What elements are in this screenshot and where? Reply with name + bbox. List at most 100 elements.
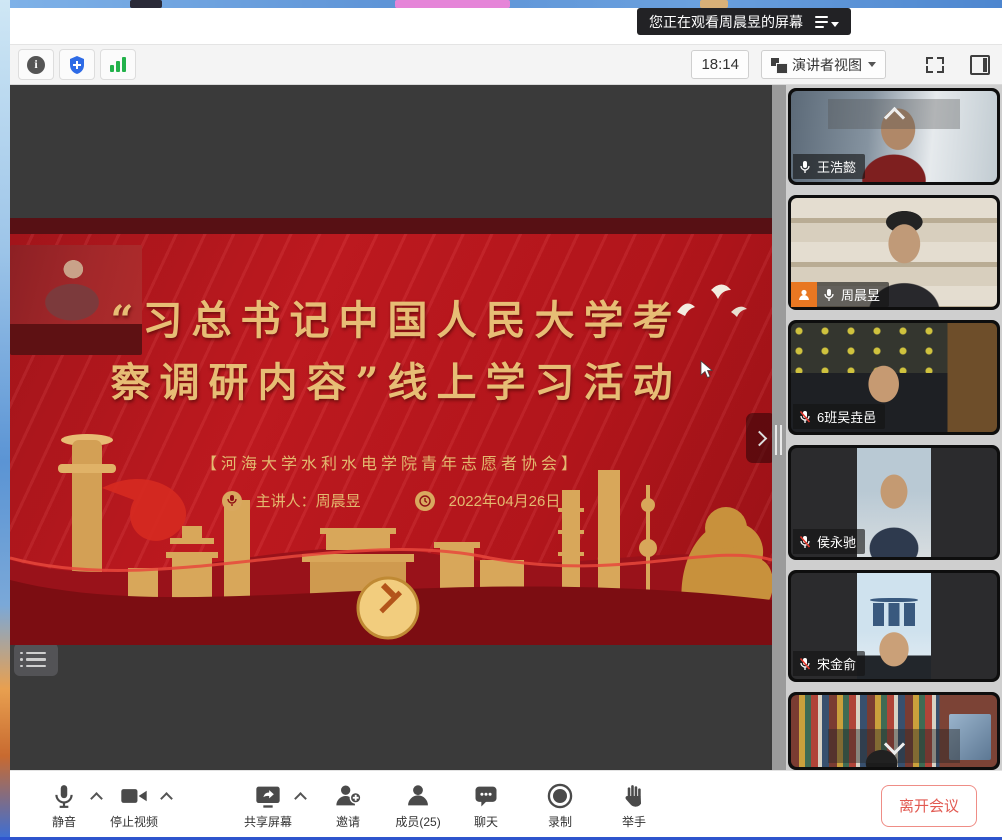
members-button[interactable]: 成员(25): [394, 782, 442, 830]
participant-label: 6班吴垚邑: [793, 404, 885, 429]
desktop-background-strip: [0, 0, 1002, 8]
participant-tile[interactable]: 王浩懿: [788, 88, 1000, 185]
slide-title-line2: 察调研内容”线上学习活动: [40, 352, 752, 414]
video-scene-detail: [873, 603, 914, 626]
clock-badge-icon: [415, 491, 435, 511]
participant-name: 6班吴垚邑: [817, 407, 876, 426]
fullscreen-button[interactable]: [926, 57, 944, 73]
meeting-info-button[interactable]: i: [18, 49, 54, 80]
security-button[interactable]: [59, 49, 95, 80]
meeting-toolbar: i 18:14 演讲者视图: [10, 44, 1002, 85]
chevron-down-icon: [883, 733, 904, 754]
members-icon: [404, 782, 432, 810]
drag-handle[interactable]: [775, 425, 777, 455]
watching-screen-text: 您正在观看周晨昱的屏幕: [649, 12, 803, 32]
chevron-up-icon: [883, 106, 904, 127]
participant-video: [791, 695, 997, 767]
participant-tile[interactable]: 周晨昱: [788, 195, 1000, 310]
chat-icon: [472, 782, 500, 810]
camera-icon: [119, 782, 149, 810]
participant-label: 宋金俞: [793, 651, 865, 676]
mute-label: 静音: [52, 813, 76, 830]
participant-tile[interactable]: 侯永驰: [788, 445, 1000, 560]
scroll-down-button[interactable]: [828, 729, 960, 763]
mic-on-icon: [799, 160, 811, 174]
raise-hand-label: 举手: [622, 813, 646, 830]
participant-name: 侯永驰: [817, 532, 856, 551]
invite-label: 邀请: [336, 813, 360, 830]
chat-button[interactable]: 聊天: [462, 782, 510, 830]
mouse-cursor: [700, 360, 714, 380]
record-label: 录制: [548, 813, 572, 830]
participant-label: 侯永驰: [793, 529, 865, 554]
banner-menu-button[interactable]: [815, 16, 839, 28]
mute-options-chevron[interactable]: [90, 790, 104, 804]
meeting-app-window: 您正在观看周晨昱的屏幕 i 18: [0, 0, 1002, 840]
share-screen-label: 共享屏幕: [244, 813, 292, 830]
mic-badge-icon: [222, 491, 242, 511]
mic-on-icon: [823, 288, 835, 302]
speaker-view-icon: [771, 58, 786, 72]
record-icon: [546, 782, 574, 810]
members-label: 成员(25): [395, 813, 440, 830]
share-options-chevron[interactable]: [294, 790, 308, 804]
meeting-controls-bar: 静音 停止视频 共享屏幕: [10, 770, 1002, 840]
list-icon: [26, 652, 46, 668]
desktop-background-strip: [0, 0, 10, 840]
microphone-icon: [51, 782, 77, 810]
chevron-down-icon: [831, 22, 839, 27]
participant-name: 宋金俞: [817, 654, 856, 673]
invite-button[interactable]: 邀请: [324, 782, 372, 830]
stop-video-button[interactable]: 停止视频: [110, 782, 158, 830]
desktop-taskbar-item: [700, 0, 728, 8]
mute-button[interactable]: 静音: [40, 782, 88, 830]
raised-hand-icon: [621, 782, 647, 810]
window-titlebar: 您正在观看周晨昱的屏幕: [10, 8, 1002, 44]
info-icon: i: [27, 56, 45, 74]
mic-muted-icon: [799, 657, 811, 671]
doves-icon: [665, 278, 755, 333]
chevron-down-icon: [868, 62, 876, 67]
participant-tile[interactable]: 宋金俞: [788, 570, 1000, 682]
record-button[interactable]: 录制: [536, 782, 584, 830]
chevron-right-icon: [752, 430, 768, 446]
desktop-taskbar-item: [395, 0, 510, 8]
raise-hand-button[interactable]: 举手: [610, 782, 658, 830]
participant-tile[interactable]: 6班吴垚邑: [788, 320, 1000, 435]
expand-panel-button[interactable]: [746, 413, 772, 463]
slide-top-band: [10, 218, 772, 234]
network-status-button[interactable]: [100, 49, 136, 80]
presentation-slide: “习总书记中国人民大学考 察调研内容”线上学习活动 【河海大学水利水电学院青年志…: [10, 218, 772, 645]
mic-muted-icon: [799, 535, 811, 549]
slide-title: “习总书记中国人民大学考 察调研内容”线上学习活动: [40, 290, 752, 414]
presenter-badge-icon: [791, 282, 817, 307]
share-screen-button[interactable]: 共享屏幕: [244, 782, 292, 830]
slide-speaker-row: 主讲人：周晨昱 2022年04月26日: [10, 490, 772, 511]
menu-lines-icon: [815, 16, 828, 28]
signal-bars-icon: [110, 57, 126, 72]
desktop-taskbar-item: [130, 0, 162, 8]
leave-meeting-button[interactable]: 离开会议: [881, 785, 977, 827]
slide-date-label: 2022年04月26日: [449, 490, 561, 511]
participant-tile[interactable]: [788, 692, 1000, 770]
leave-meeting-label: 离开会议: [899, 795, 959, 816]
mic-muted-icon: [799, 410, 811, 424]
scroll-up-button[interactable]: [828, 99, 960, 129]
annotation-list-button[interactable]: [14, 643, 58, 676]
view-mode-dropdown[interactable]: 演讲者视图: [761, 50, 886, 79]
meeting-time: 18:14: [691, 50, 749, 79]
shield-plus-icon: [68, 55, 86, 75]
panel-icon: [983, 58, 987, 72]
participant-label: 周晨昱: [791, 282, 889, 307]
share-screen-icon: [254, 782, 282, 810]
panel-divider[interactable]: [772, 85, 786, 770]
time-value: 18:14: [701, 56, 739, 73]
chat-label: 聊天: [474, 813, 498, 830]
video-options-chevron[interactable]: [160, 790, 174, 804]
participant-label: 王浩懿: [793, 154, 865, 179]
participant-name: 王浩懿: [817, 157, 856, 176]
participant-name: 周晨昱: [841, 285, 880, 304]
layout-panel-button[interactable]: [970, 55, 990, 75]
invite-person-icon: [334, 782, 362, 810]
slide-title-line1: “习总书记中国人民大学考: [40, 290, 752, 352]
